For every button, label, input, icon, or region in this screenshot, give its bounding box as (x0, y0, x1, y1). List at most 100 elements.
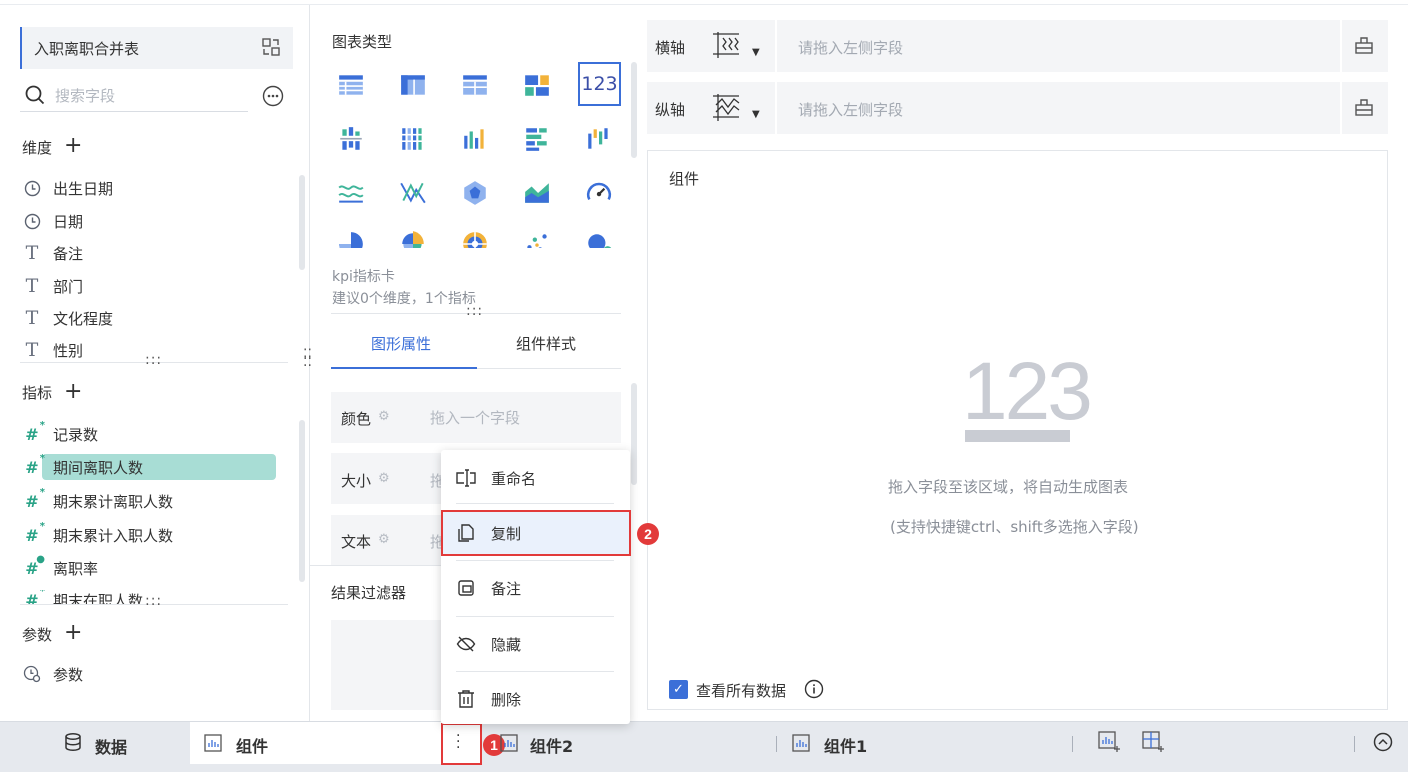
component-tab-label[interactable]: 组件 (236, 733, 268, 757)
add-dimension-button[interactable]: + (64, 135, 82, 157)
gauge-icon[interactable] (585, 179, 615, 209)
menu-item-delete[interactable]: 删除 (441, 679, 630, 719)
rename-icon (455, 467, 477, 489)
metric-item[interactable]: # ● 离职率 (22, 554, 99, 580)
dimension-label: 部门 (53, 277, 84, 296)
dimension-item[interactable]: T 部门 (22, 274, 83, 298)
param-title: 参数 (22, 626, 53, 644)
menu-label: 重命名 (491, 469, 537, 488)
size-label: 大小 (341, 472, 372, 490)
chevron-up-circle-icon[interactable] (1373, 732, 1393, 756)
scatter-icon[interactable] (523, 230, 553, 248)
chevron-down-icon[interactable]: ▼ (752, 47, 760, 58)
dimension-item[interactable]: 日期 (22, 209, 83, 233)
menu-item-copy[interactable]: 复制 (441, 513, 630, 553)
axis-settings-icon[interactable] (1354, 35, 1374, 59)
add-metric-button[interactable]: + (64, 381, 82, 403)
x-axis-row[interactable] (647, 20, 1388, 72)
waterfall-icon[interactable] (585, 125, 615, 155)
x-axis-type-icon[interactable] (710, 30, 742, 64)
area-chart-icon[interactable] (523, 179, 553, 209)
tab-more-menu-icon[interactable]: · · · (456, 729, 460, 755)
y-axis-input[interactable]: 请拖入左侧字段 (798, 99, 903, 120)
sunburst-icon[interactable] (461, 230, 491, 248)
dimension-scrollbar[interactable] (299, 175, 305, 270)
metric-item-selected[interactable]: # * 期间离职人数 (22, 453, 144, 479)
switch-dataset-icon[interactable] (260, 36, 282, 58)
component-tab-active[interactable] (190, 722, 480, 764)
dimension-item[interactable]: T 性别 (22, 338, 83, 362)
y-axis-row[interactable] (647, 82, 1388, 134)
metric-scrollbar[interactable] (299, 420, 305, 582)
resize-handle[interactable]: ::: (466, 304, 483, 318)
props-scrollbar[interactable] (631, 383, 637, 485)
group-table-icon[interactable] (461, 71, 491, 101)
horizontal-bar-icon[interactable] (523, 125, 553, 155)
resize-handle[interactable]: ::: (145, 594, 162, 608)
grouped-bar-icon[interactable] (337, 125, 367, 155)
eye-hidden-icon (455, 633, 477, 655)
gear-icon[interactable]: ⚙ (378, 409, 390, 424)
y-axis-type-icon[interactable] (710, 92, 742, 126)
menu-label: 删除 (491, 690, 522, 709)
metric-hash-icon: # * (25, 487, 45, 511)
dimension-item[interactable]: T 文化程度 (22, 306, 113, 330)
tab-component-style[interactable]: 组件样式 (516, 333, 576, 354)
panel-resize-handle[interactable]: ⁚⁚ ⁚⁚ (303, 348, 312, 369)
y-axis-label: 纵轴 (655, 101, 686, 119)
more-options-icon[interactable] (262, 85, 284, 107)
dimension-title: 维度 (22, 139, 53, 157)
param-item[interactable]: 参数 (22, 662, 83, 686)
text-type-icon: T (25, 307, 39, 329)
tab-graphic-props[interactable]: 图形属性 (371, 333, 431, 354)
wave-line-icon[interactable] (337, 179, 367, 209)
filter-drop-zone[interactable] (331, 620, 451, 710)
chevron-down-icon[interactable]: ▼ (752, 109, 760, 120)
stacked-bar-icon[interactable] (399, 125, 429, 155)
resize-handle[interactable]: ::: (145, 353, 162, 367)
metric-label: 离职率 (53, 559, 99, 578)
dataset-name: 入职离职合并表 (34, 40, 140, 58)
dimension-item[interactable]: T 备注 (22, 241, 83, 265)
info-icon[interactable] (804, 679, 824, 699)
menu-item-hide[interactable]: 隐藏 (441, 624, 630, 664)
metric-item[interactable]: # * 记录数 (22, 420, 98, 446)
kpi-layout-icon[interactable] (523, 71, 553, 101)
component2-tab[interactable]: 组件2 (530, 733, 573, 757)
metric-label: 期间离职人数 (53, 458, 144, 477)
add-dashboard-icon[interactable] (1142, 731, 1166, 757)
polygon-icon[interactable] (461, 179, 491, 209)
menu-separator (456, 616, 614, 617)
show-all-label: 查看所有数据 (696, 682, 787, 700)
chart-type-scrollbar[interactable] (631, 62, 637, 158)
x-axis-label: 横轴 (655, 39, 686, 57)
menu-item-rename[interactable]: 重命名 (441, 458, 630, 498)
search-input[interactable]: 搜索字段 (55, 85, 115, 106)
dimension-label: 备注 (53, 244, 84, 263)
column-icon[interactable] (461, 125, 491, 155)
menu-label: 备注 (491, 579, 522, 598)
rose-chart-icon[interactable] (399, 230, 429, 248)
radar-line-icon[interactable] (399, 179, 429, 209)
data-tab[interactable]: 数据 (95, 734, 127, 758)
gear-icon[interactable]: ⚙ (378, 471, 390, 486)
pie-chart-icon[interactable] (337, 230, 367, 248)
metric-item[interactable]: # * 期末累计离职人数 (22, 487, 173, 513)
component1-tab[interactable]: 组件1 (824, 733, 867, 757)
menu-item-note[interactable]: 备注 (441, 568, 630, 608)
cross-table-icon[interactable] (399, 71, 429, 101)
metric-item[interactable]: # * 期末在职人数 (22, 590, 143, 604)
dimension-item[interactable]: 出生日期 (22, 176, 113, 200)
x-axis-input[interactable]: 请拖入左侧字段 (798, 37, 903, 58)
show-all-checkbox[interactable]: ✓ (669, 680, 688, 699)
bubble-icon[interactable] (585, 230, 615, 248)
add-component-icon[interactable] (1098, 731, 1122, 757)
metric-hash-icon: # * (25, 420, 45, 444)
axis-settings-icon[interactable] (1354, 97, 1374, 121)
table-icon[interactable] (337, 71, 367, 101)
gear-icon[interactable]: ⚙ (378, 532, 390, 547)
metric-item[interactable]: # * 期末累计入职人数 (22, 521, 173, 547)
axis-separator (1340, 82, 1342, 134)
chart-type-kpi-selected[interactable]: 123 (578, 62, 621, 106)
add-param-button[interactable]: + (64, 622, 82, 644)
